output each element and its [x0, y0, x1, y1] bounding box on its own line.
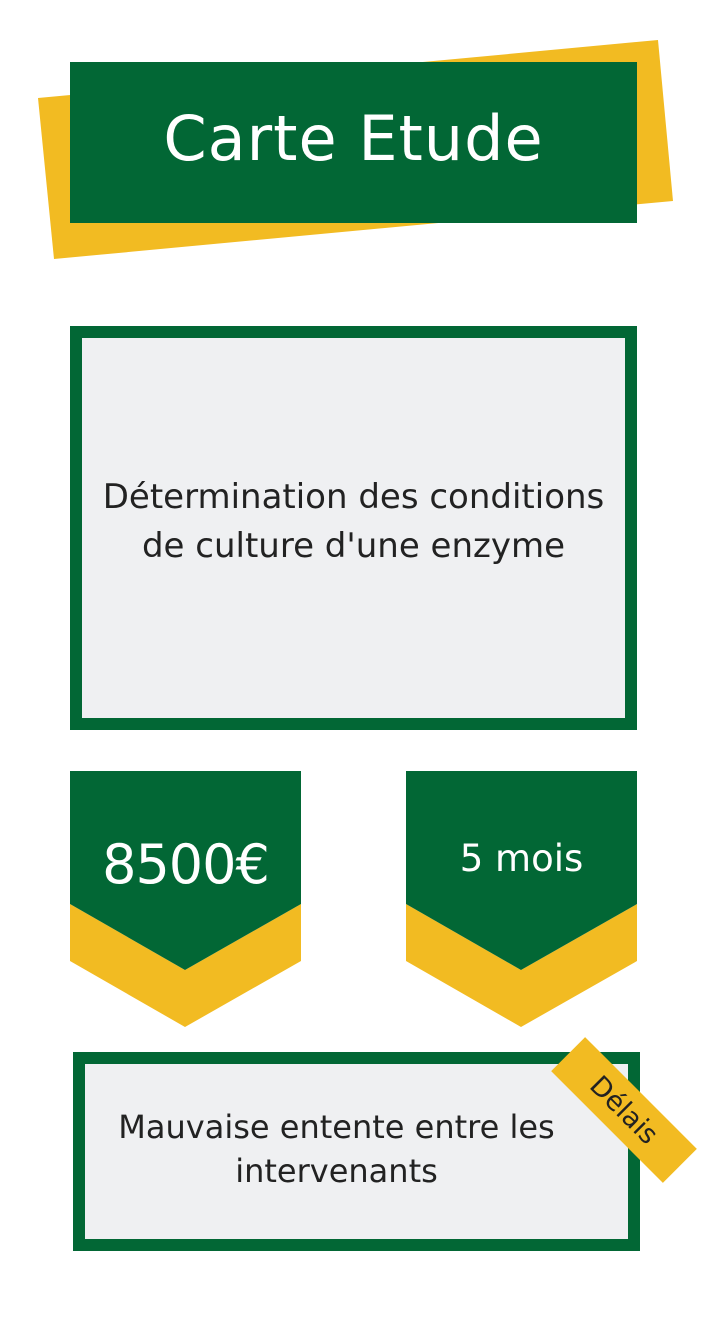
budget-tag-shape — [70, 771, 301, 1027]
budget-value: 8500€ — [102, 833, 270, 896]
duration-tag-shape — [406, 771, 637, 1027]
risk-description: Mauvaise entente entre les intervenants — [118, 1107, 555, 1190]
study-subject-text: Détermination des conditions de culture … — [102, 477, 605, 566]
study-subject-card: Détermination des conditions de culture … — [70, 326, 637, 730]
budget-tag: 8500€ — [70, 771, 301, 1027]
page-title: Carte Etude — [163, 102, 544, 175]
duration-value: 5 mois — [459, 837, 584, 880]
title-banner: Carte Etude — [70, 62, 637, 223]
duration-tag: 5 mois — [406, 771, 637, 1027]
risk-card: Mauvaise entente entre les intervenants — [73, 1052, 640, 1251]
